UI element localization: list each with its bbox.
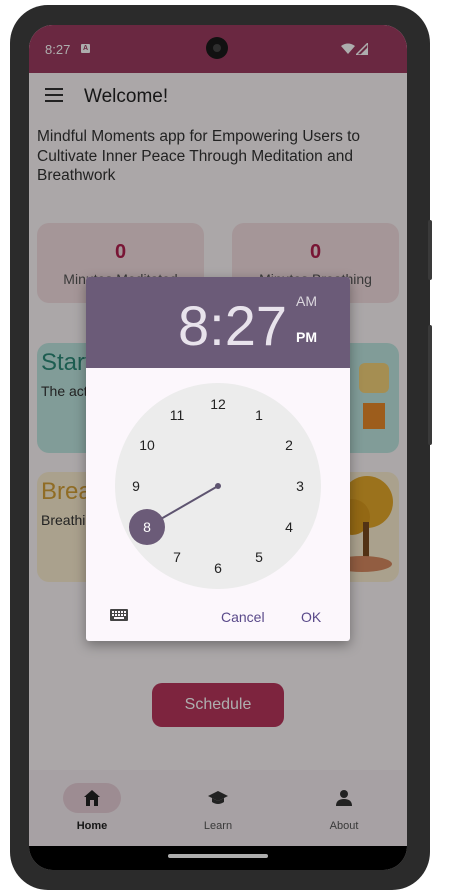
dial-number-3[interactable]: 3 <box>296 478 304 494</box>
time-picker-header: 8:27 AM PM <box>86 277 350 368</box>
time-separator: : <box>209 294 225 357</box>
power-button <box>428 325 432 445</box>
clock-dial[interactable]: 121234567891011 <box>114 382 322 590</box>
pm-toggle[interactable]: PM <box>296 329 317 345</box>
dial-center <box>215 483 221 489</box>
dial-number-1[interactable]: 1 <box>255 407 263 423</box>
am-toggle[interactable]: AM <box>296 293 317 309</box>
ok-button[interactable]: OK <box>301 609 321 625</box>
volume-button <box>428 220 432 280</box>
cancel-button[interactable]: Cancel <box>221 609 265 625</box>
keyboard-icon[interactable] <box>110 609 128 621</box>
time-picker-dialog: 8:27 AM PM 12 1 2 3 4 5 6 7 8 9 10 11 Cancel OK <box>86 277 350 641</box>
dial-number-5[interactable]: 5 <box>255 549 263 565</box>
dial-number-11[interactable]: 11 <box>170 407 185 423</box>
screen: 8:27 A Welcome! Mindful Moments app for … <box>29 25 407 870</box>
time-display: 8:27 <box>178 293 287 358</box>
dial-number-9[interactable]: 9 <box>132 478 140 494</box>
hour-selector[interactable]: 8 <box>178 294 209 357</box>
dial-number-10[interactable]: 10 <box>139 437 155 453</box>
dial-number-4[interactable]: 4 <box>285 519 293 535</box>
dial-number-8[interactable]: 8 <box>143 519 151 535</box>
dial-number-12[interactable]: 12 <box>210 396 226 412</box>
dial-number-7[interactable]: 7 <box>173 549 181 565</box>
dial-number-2[interactable]: 2 <box>285 437 293 453</box>
minute-selector[interactable]: 27 <box>225 294 287 357</box>
dial-number-6[interactable]: 6 <box>214 560 222 576</box>
